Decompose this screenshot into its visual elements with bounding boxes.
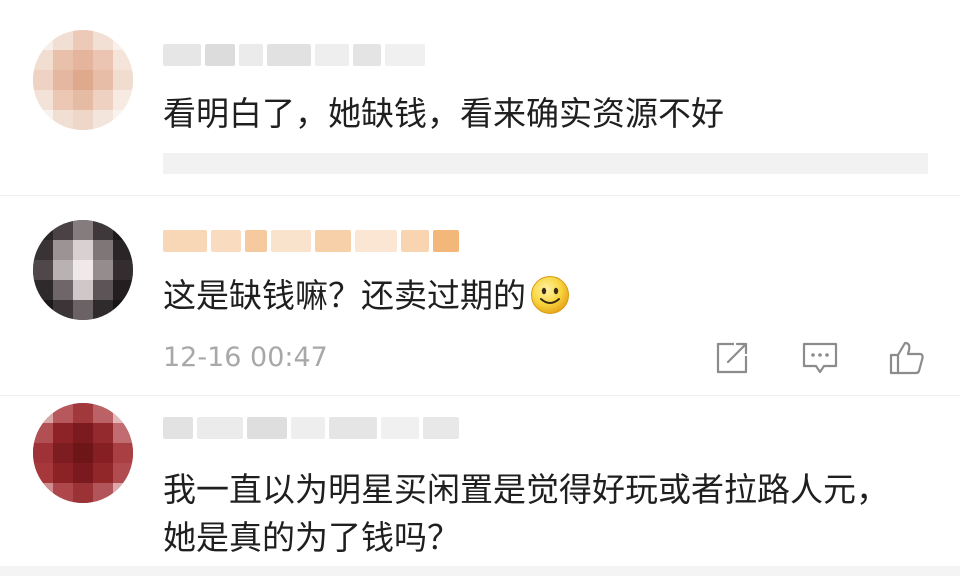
comment-text-line-2: 她是真的为了钱吗？ [163, 518, 460, 557]
avatar[interactable] [33, 403, 133, 503]
username-blurred[interactable] [163, 413, 459, 443]
comment-3: 我一直以为明星买闲置是觉得好玩或者拉路人元， 她是真的为了钱吗？ [0, 0, 960, 576]
bottom-divider [0, 566, 960, 576]
comment-text-line-1: 我一直以为明星买闲置是觉得好玩或者拉路人元， [163, 470, 889, 509]
